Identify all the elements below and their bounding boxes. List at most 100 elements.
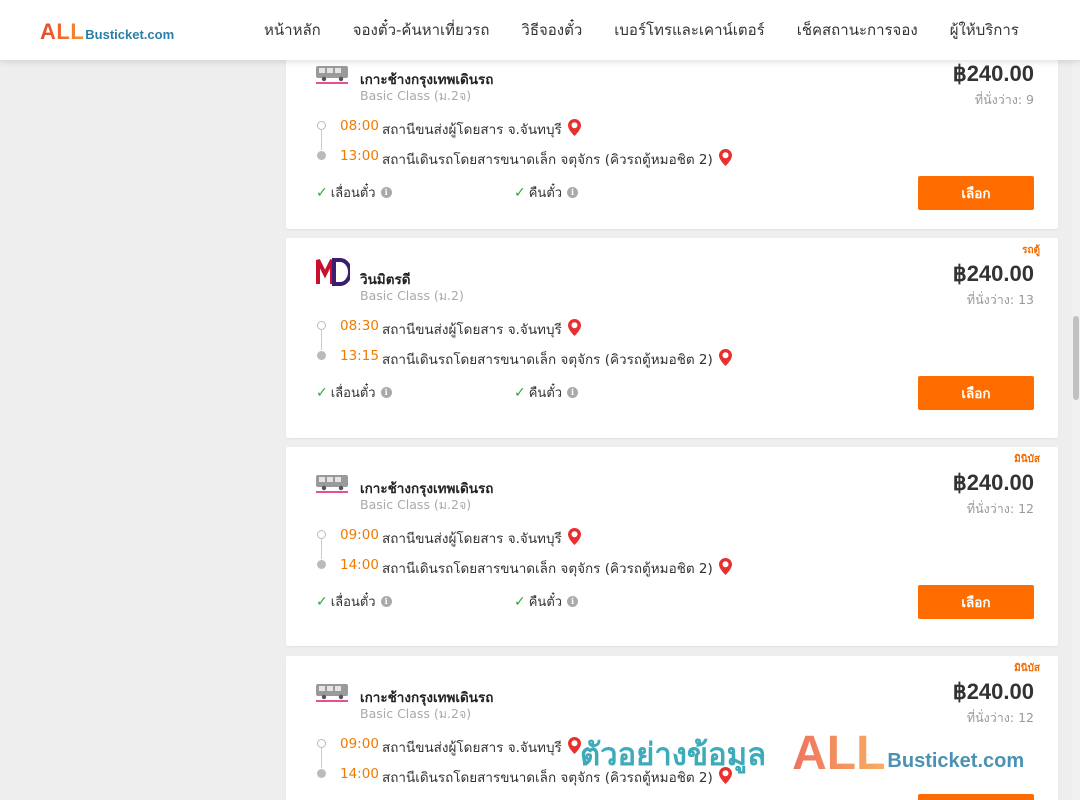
departure-dot-icon <box>317 321 326 330</box>
sample-data-watermark: ตัวอย่างข้อมูล ALL Busticket.com <box>580 726 1024 781</box>
departure-station: สถานีขนส่งผู้โดยสาร จ.จันทบุรี <box>382 318 581 340</box>
top-navigation-bar: ALL Busticket.com หน้าหลัก จองตั๋ว-ค้นหา… <box>0 0 1080 60</box>
arrival-station: สถานีเดินรถโดยสารขนาดเล็ก จตุจักร (คิวรถ… <box>382 348 732 370</box>
seats-available: ที่นั่งว่าง: 9 <box>974 92 1034 107</box>
reschedule-label: เลื่อนตั๋ว <box>330 595 376 610</box>
refund-label: คืนตั๋ว <box>528 386 563 401</box>
map-pin-icon[interactable] <box>718 557 732 579</box>
arrival-time: 14:00 <box>340 766 379 782</box>
departure-station-name: สถานีขนส่งผู้โดยสาร จ.จันทบุรี <box>382 531 562 547</box>
arrival-dot-icon <box>317 560 326 569</box>
refund-policy: ✓ คืนตั๋ว i <box>514 591 579 612</box>
logo-all-text: ALL <box>40 19 85 44</box>
ticket-price: ฿240.00 <box>952 261 1034 286</box>
arrival-dot-icon <box>317 351 326 360</box>
reschedule-label: เลื่อนตั๋ว <box>330 386 376 401</box>
map-pin-icon[interactable] <box>567 318 581 340</box>
info-icon[interactable]: i <box>380 596 392 607</box>
page-scrollbar[interactable] <box>1072 60 1080 800</box>
seats-available: ที่นั่งว่าง: 13 <box>966 292 1034 307</box>
nav-home[interactable]: หน้าหลัก <box>248 18 337 42</box>
check-icon: ✓ <box>514 593 526 610</box>
info-icon[interactable]: i <box>567 187 579 198</box>
ticket-price: ฿240.00 <box>952 679 1034 704</box>
nav-phone-counters[interactable]: เบอร์โทรและเคาน์เตอร์ <box>598 18 780 42</box>
service-class: Basic Class (ม.2) <box>360 288 464 303</box>
map-pin-icon[interactable] <box>567 736 581 758</box>
watermark-thai-text: ตัวอย่างข้อมูล <box>580 736 767 773</box>
seats-available: ที่นั่งว่าง: 12 <box>966 710 1034 725</box>
check-icon: ✓ <box>514 184 526 201</box>
arrival-station: สถานีเดินรถโดยสารขนาดเล็ก จตุจักร (คิวรถ… <box>382 557 732 579</box>
arrival-time: 13:15 <box>340 348 379 364</box>
watermark-all-text: ALL <box>792 727 886 780</box>
departure-station-name: สถานีขนส่งผู้โดยสาร จ.จันทบุรี <box>382 740 562 756</box>
arrival-dot-icon <box>317 151 326 160</box>
trip-card: มินิบัส เกาะช้างกรุงเทพเดินรถ Basic Clas… <box>286 447 1058 646</box>
map-pin-icon[interactable] <box>567 527 581 549</box>
reschedule-policy: ✓ เลื่อนตั๋ว i <box>316 182 392 203</box>
service-class: Basic Class (ม.2จ) <box>360 706 472 721</box>
check-icon: ✓ <box>514 384 526 401</box>
map-pin-icon[interactable] <box>718 348 732 370</box>
departure-dot-icon <box>317 121 326 130</box>
info-icon[interactable]: i <box>380 187 392 198</box>
site-logo[interactable]: ALL Busticket.com <box>40 19 174 45</box>
logo-busticket-text: Busticket.com <box>85 27 175 42</box>
bus-type-label: รถตู้ <box>1022 245 1040 256</box>
arrival-station-name: สถานีเดินรถโดยสารขนาดเล็ก จตุจักร (คิวรถ… <box>382 561 713 577</box>
check-icon: ✓ <box>316 593 328 610</box>
bus-type-label: มินิบัส <box>1014 663 1040 674</box>
md-logo-icon <box>314 256 352 288</box>
refund-label: คืนตั๋ว <box>528 186 563 201</box>
arrival-dot-icon <box>317 769 326 778</box>
select-trip-button[interactable]: เลือก <box>918 176 1034 210</box>
arrival-station-name: สถานีเดินรถโดยสารขนาดเล็ก จตุจักร (คิวรถ… <box>382 152 713 168</box>
departure-time: 08:00 <box>340 118 379 134</box>
departure-station: สถานีขนส่งผู้โดยสาร จ.จันทบุรี <box>382 118 581 140</box>
map-pin-icon[interactable] <box>718 148 732 170</box>
info-icon[interactable]: i <box>567 596 579 607</box>
seats-available: ที่นั่งว่าง: 12 <box>966 501 1034 516</box>
check-icon: ✓ <box>316 184 328 201</box>
trip-card: เกาะช้างกรุงเทพเดินรถ Basic Class (ม.2จ)… <box>286 38 1058 229</box>
ticket-price: ฿240.00 <box>952 61 1034 86</box>
scrollbar-thumb[interactable] <box>1073 316 1079 400</box>
main-nav: หน้าหลัก จองตั๋ว-ค้นหาเที่ยวรถ วิธีจองตั… <box>248 0 1035 60</box>
select-trip-button[interactable]: เลือก <box>918 376 1034 410</box>
select-trip-button[interactable]: เลือก <box>918 585 1034 619</box>
bus-logo-icon <box>314 465 350 497</box>
bus-type-label: มินิบัส <box>1014 454 1040 465</box>
info-icon[interactable]: i <box>380 387 392 398</box>
arrival-time: 13:00 <box>340 148 379 164</box>
arrival-time: 14:00 <box>340 557 379 573</box>
departure-station: สถานีขนส่งผู้โดยสาร จ.จันทบุรี <box>382 527 581 549</box>
nav-operators[interactable]: ผู้ให้บริการ <box>934 18 1035 42</box>
select-trip-button[interactable]: เลือก <box>918 794 1034 800</box>
refund-policy: ✓ คืนตั๋ว i <box>514 382 579 403</box>
service-class: Basic Class (ม.2จ) <box>360 88 472 103</box>
nav-check-booking[interactable]: เช็คสถานะการจอง <box>781 18 934 42</box>
arrival-station: สถานีเดินรถโดยสารขนาดเล็ก จตุจักร (คิวรถ… <box>382 148 732 170</box>
departure-dot-icon <box>317 530 326 539</box>
ticket-price: ฿240.00 <box>952 470 1034 495</box>
reschedule-label: เลื่อนตั๋ว <box>330 186 376 201</box>
bus-logo-icon <box>314 674 350 706</box>
reschedule-policy: ✓ เลื่อนตั๋ว i <box>316 382 392 403</box>
departure-time: 08:30 <box>340 318 379 334</box>
refund-policy: ✓ คืนตั๋ว i <box>514 182 579 203</box>
reschedule-policy: ✓ เลื่อนตั๋ว i <box>316 591 392 612</box>
trip-card: รถตู้ วินมิตรดี Basic Class (ม.2) ฿240.0… <box>286 238 1058 438</box>
info-icon[interactable]: i <box>567 387 579 398</box>
nav-book-search[interactable]: จองตั๋ว-ค้นหาเที่ยวรถ <box>337 18 506 42</box>
departure-station-name: สถานีขนส่งผู้โดยสาร จ.จันทบุรี <box>382 322 562 338</box>
departure-station: สถานีขนส่งผู้โดยสาร จ.จันทบุรี <box>382 736 581 758</box>
departure-station-name: สถานีขนส่งผู้โดยสาร จ.จันทบุรี <box>382 122 562 138</box>
refund-label: คืนตั๋ว <box>528 595 563 610</box>
arrival-station-name: สถานีเดินรถโดยสารขนาดเล็ก จตุจักร (คิวรถ… <box>382 352 713 368</box>
departure-time: 09:00 <box>340 736 379 752</box>
map-pin-icon[interactable] <box>567 118 581 140</box>
departure-dot-icon <box>317 739 326 748</box>
nav-how-to-book[interactable]: วิธีจองตั๋ว <box>505 18 598 42</box>
check-icon: ✓ <box>316 384 328 401</box>
